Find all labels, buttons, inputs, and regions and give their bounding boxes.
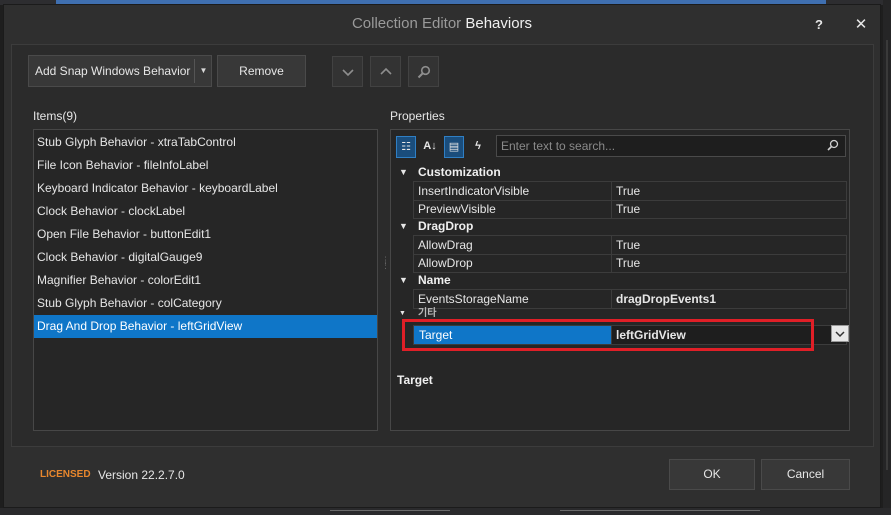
list-item[interactable]: Keyboard Indicator Behavior - keyboardLa… xyxy=(34,177,377,200)
title-bar[interactable]: Collection Editor Behaviors ? ✕ xyxy=(4,5,880,43)
list-item[interactable]: Stub Glyph Behavior - xtraTabControl xyxy=(34,131,377,154)
target-dropdown-button[interactable] xyxy=(831,325,849,342)
licensed-badge: LICENSED xyxy=(40,469,91,480)
dialog-title-prefix: Collection Editor xyxy=(351,15,462,32)
property-value[interactable]: True xyxy=(616,200,640,218)
category-customization[interactable]: ▼ Customization xyxy=(395,163,845,181)
events-view-button[interactable]: ϟ xyxy=(468,136,488,158)
chevron-up-icon xyxy=(380,67,392,75)
properties-view-button[interactable]: ▤ xyxy=(444,136,464,158)
items-list[interactable]: Stub Glyph Behavior - xtraTabControl Fil… xyxy=(33,129,378,431)
dialog-title-main: Behaviors xyxy=(465,15,533,32)
background-scrollbar xyxy=(886,40,888,470)
dialog-title: Collection Editor Behaviors xyxy=(4,5,880,43)
categorized-icon: ☷ xyxy=(401,141,411,153)
collapse-triangle-icon[interactable]: ▼ xyxy=(399,271,408,289)
category-dragdrop[interactable]: ▼ DragDrop xyxy=(395,217,845,235)
list-item[interactable]: Clock Behavior - clockLabel xyxy=(34,200,377,223)
property-name: AllowDrop xyxy=(418,256,473,270)
property-name: EventsStorageName xyxy=(418,292,529,306)
alphabetical-view-button[interactable]: A↓ xyxy=(420,136,440,158)
chevron-down-icon xyxy=(835,331,845,338)
collapse-triangle-icon[interactable]: ▼ xyxy=(399,217,408,235)
search-icon xyxy=(417,65,431,79)
property-row[interactable]: AllowDrag True xyxy=(413,235,847,255)
version-label: Version 22.2.7.0 xyxy=(98,468,185,482)
category-name[interactable]: ▼ Name xyxy=(395,271,845,289)
properties-header: Properties xyxy=(390,109,445,123)
help-button[interactable]: ? xyxy=(808,14,830,36)
property-name: AllowDrag xyxy=(418,238,473,252)
property-name: InsertIndicatorVisible xyxy=(418,184,530,198)
list-item-selected[interactable]: Drag And Drop Behavior - leftGridView xyxy=(34,315,377,338)
highlight-annotation xyxy=(402,319,814,351)
find-button[interactable] xyxy=(408,56,439,87)
property-value[interactable]: True xyxy=(616,236,640,254)
property-search-input[interactable] xyxy=(496,135,846,157)
add-behavior-split-button[interactable]: Add Snap Windows Behavior ▼ xyxy=(28,55,212,87)
close-button[interactable]: ✕ xyxy=(849,13,873,37)
items-header: Items(9) xyxy=(33,109,78,123)
add-behavior-label[interactable]: Add Snap Windows Behavior xyxy=(35,56,190,86)
list-item[interactable]: Stub Glyph Behavior - colCategory xyxy=(34,292,377,315)
remove-button[interactable]: Remove xyxy=(217,55,306,87)
move-up-button[interactable] xyxy=(370,56,401,87)
property-row[interactable]: InsertIndicatorVisible True xyxy=(413,181,847,201)
list-item[interactable]: File Icon Behavior - fileInfoLabel xyxy=(34,154,377,177)
search-icon[interactable] xyxy=(827,139,839,151)
background-divider xyxy=(330,510,450,511)
lightning-icon: ϟ xyxy=(475,140,481,152)
property-name: PreviewVisible xyxy=(418,202,496,216)
property-grid: ☷ A↓ ▤ ϟ ▼ Customization InsertIndicator… xyxy=(390,129,850,431)
sort-alphabetical-icon: A↓ xyxy=(423,140,437,152)
cancel-button[interactable]: Cancel xyxy=(761,459,850,490)
property-row[interactable]: EventsStorageName dragDropEvents1 xyxy=(413,289,847,309)
property-value[interactable]: True xyxy=(616,182,640,200)
dropdown-arrow-icon[interactable]: ▼ xyxy=(195,56,212,86)
list-item[interactable]: Magnifier Behavior - colorEdit1 xyxy=(34,269,377,292)
collapse-triangle-icon[interactable]: ▼ xyxy=(399,163,408,181)
list-item[interactable]: Open File Behavior - buttonEdit1 xyxy=(34,223,377,246)
background-divider xyxy=(560,510,760,511)
categorized-view-button[interactable]: ☷ xyxy=(396,136,416,158)
ok-button[interactable]: OK xyxy=(669,459,755,490)
properties-icon: ▤ xyxy=(448,141,460,153)
property-description-title: Target xyxy=(397,373,433,387)
list-item[interactable]: Clock Behavior - digitalGauge9 xyxy=(34,246,377,269)
move-down-button[interactable] xyxy=(332,56,363,87)
property-value[interactable]: True xyxy=(616,254,640,272)
chevron-down-icon xyxy=(342,69,354,77)
splitter-grip[interactable]: ⋮ ⋮ xyxy=(381,256,390,272)
property-value[interactable]: dragDropEvents1 xyxy=(616,290,716,308)
